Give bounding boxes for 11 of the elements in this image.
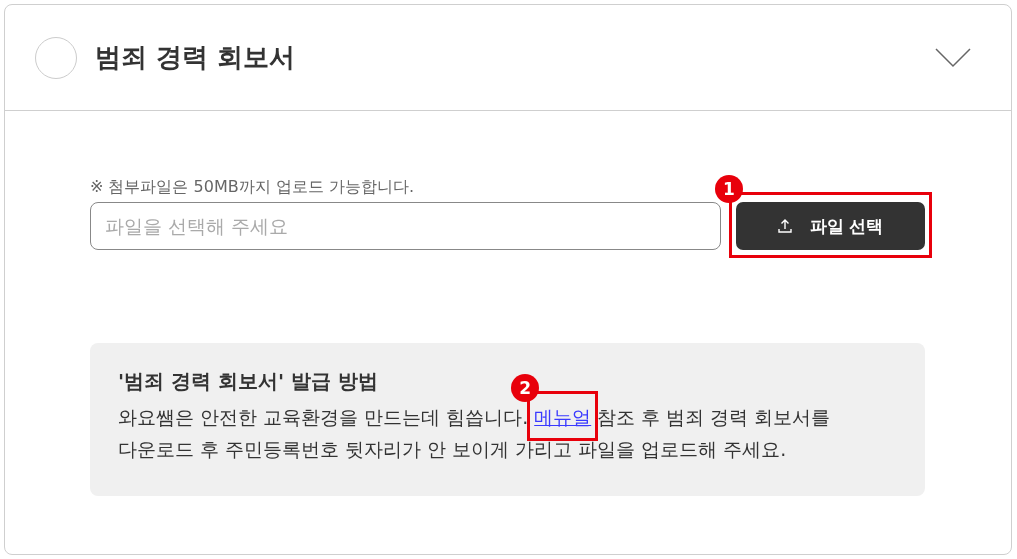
guide-title: '범죄 경력 회보서' 발급 방법: [118, 368, 379, 395]
file-select-button[interactable]: 파일 선택: [736, 202, 925, 250]
section-header[interactable]: 범죄 경력 회보서: [5, 5, 1011, 111]
callout-badge: 2: [511, 374, 540, 402]
chevron-down-icon[interactable]: [935, 47, 971, 68]
upload-note: ※ 첨부파일은 50MB까지 업로드 가능합니다.: [90, 177, 414, 198]
file-field[interactable]: 파일을 선택해 주세요: [90, 202, 721, 250]
callout-badge: 1: [715, 175, 743, 203]
upload-icon: [777, 219, 792, 233]
section-title: 범죄 경력 회보서: [95, 41, 297, 74]
manual-link[interactable]: 메뉴얼: [534, 406, 592, 428]
